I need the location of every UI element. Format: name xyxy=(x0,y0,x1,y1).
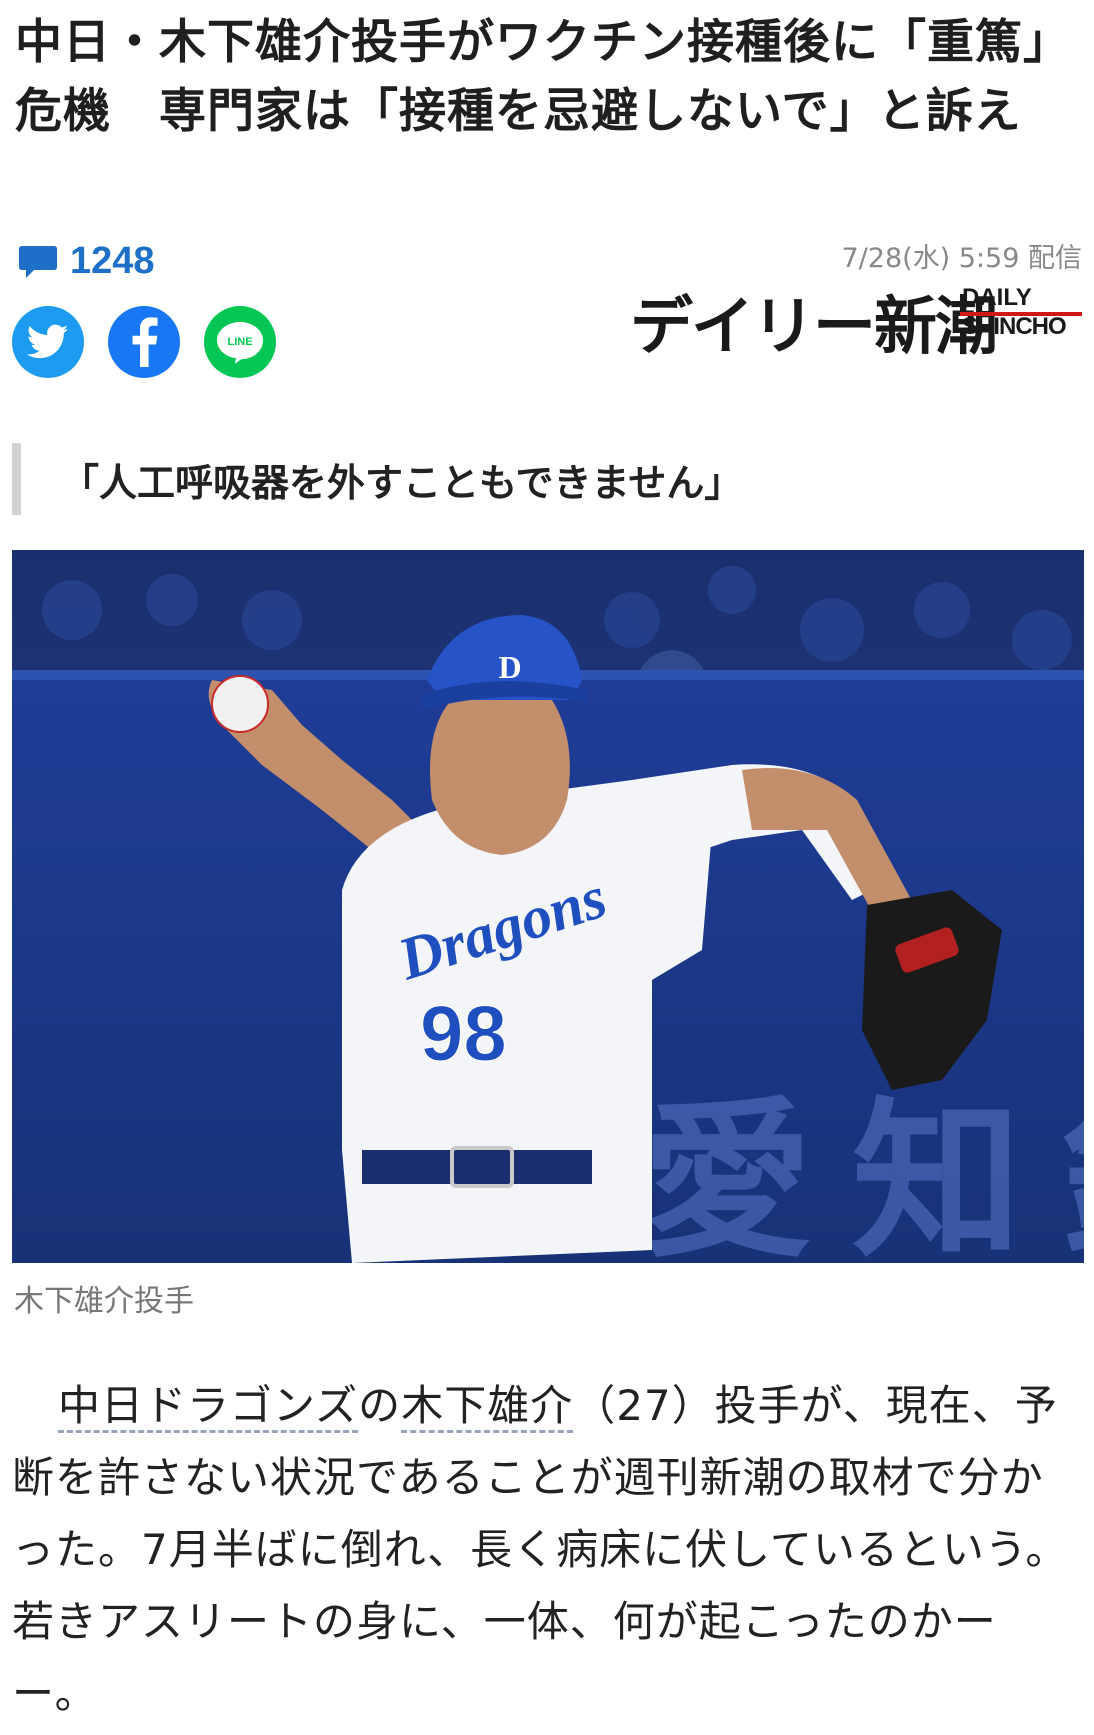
article-title: 中日・木下雄介投手がワクチン接種後に「重篤」危機 専門家は「接種を忌避しないで」… xyxy=(15,15,1048,139)
publisher-name-en-line1: DAILY xyxy=(962,284,1032,311)
photo-caption: 木下雄介投手 xyxy=(14,1284,194,1319)
twitter-icon xyxy=(27,324,69,359)
keyword-link-player[interactable]: 木下雄介 xyxy=(401,1381,574,1433)
keyword-link-dragons[interactable]: 中日ドラゴンズ xyxy=(58,1381,359,1433)
comment-count: 1248 xyxy=(70,240,155,282)
comment-count-link[interactable]: 1248 xyxy=(18,240,155,283)
line-icon: LINE xyxy=(217,322,263,364)
line-share-button[interactable]: LINE xyxy=(204,306,276,378)
publish-date: 7/28(水) 5:59 配信 xyxy=(841,243,1083,274)
svg-text:LINE: LINE xyxy=(227,336,252,348)
comment-bubble-icon xyxy=(19,245,57,278)
body-particle: の xyxy=(358,1381,402,1430)
article-photo[interactable]: 愛知銀 D Dragons 98 xyxy=(12,550,1084,1263)
publisher-name-en: DAILY SHINCHO xyxy=(962,283,1067,341)
pitcher-photo-illustration: 愛知銀 D Dragons 98 xyxy=(12,550,1084,1263)
facebook-share-button[interactable] xyxy=(108,306,180,378)
share-buttons: LINE xyxy=(12,306,276,378)
article-body: 中日ドラゴンズの木下雄介（27）投手が、現在、予断を許さない状況であることが週刊… xyxy=(12,1370,1072,1730)
publisher-name-ja: デイリー新潮 xyxy=(630,290,998,363)
facebook-icon xyxy=(132,317,158,367)
twitter-share-button[interactable] xyxy=(12,306,84,378)
jersey-number: 98 xyxy=(420,989,507,1077)
section-subheading: 「人工呼吸器を外すこともできません」 xyxy=(12,443,742,515)
publisher-name-en-line2: SHINCHO xyxy=(962,313,1067,340)
banner-text: 愛知銀 xyxy=(642,1083,1084,1263)
publisher-logo[interactable]: デイリー新潮 DAILY SHINCHO xyxy=(630,283,1085,363)
svg-text:D: D xyxy=(498,649,521,685)
